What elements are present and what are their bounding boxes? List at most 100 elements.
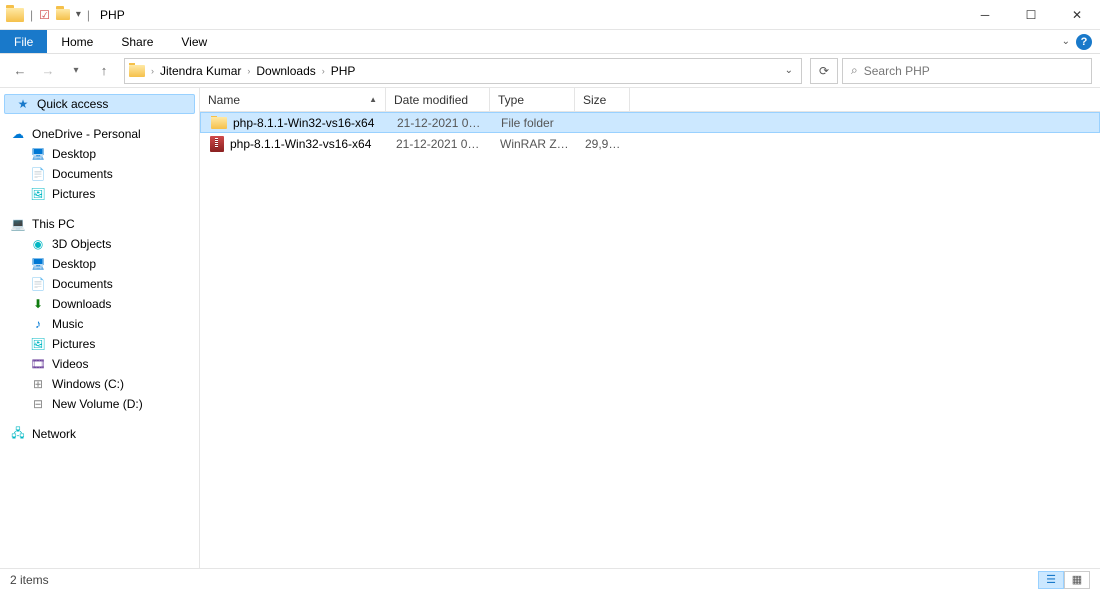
sidebar-network[interactable]: 🖧 Network: [0, 424, 199, 444]
sidebar-item-music[interactable]: ♪ Music: [0, 314, 199, 334]
drive-icon: ⊞: [30, 376, 46, 392]
help-icon[interactable]: ?: [1076, 34, 1092, 50]
sidebar-item-drive-c[interactable]: ⊞Windows (C:): [0, 374, 199, 394]
sidebar-item-downloads[interactable]: ⬇ Downloads: [0, 294, 199, 314]
file-list-pane: Name▲ Date modified Type Size php-8.1.1-…: [200, 88, 1100, 568]
chevron-right-icon[interactable]: ›: [151, 66, 154, 76]
sidebar-item-pictures[interactable]: 🖼 Pictures: [0, 184, 199, 204]
sidebar-item-documents[interactable]: 📄Documents: [0, 164, 199, 184]
cloud-icon: ☁: [10, 126, 26, 142]
title-bar: | ☑ ▾ | PHP ─ ☐ ✕: [0, 0, 1100, 30]
tab-home[interactable]: Home: [47, 30, 107, 53]
music-icon: ♪: [30, 316, 46, 332]
breadcrumb[interactable]: Downloads: [252, 64, 319, 78]
sidebar-item-label: Network: [32, 427, 76, 441]
pictures-icon: 🖼: [30, 186, 46, 202]
column-headers: Name▲ Date modified Type Size: [200, 88, 1100, 112]
search-icon: ⌕: [851, 63, 858, 78]
file-list[interactable]: php-8.1.1-Win32-vs16-x64 21-12-2021 07:17…: [200, 112, 1100, 568]
sidebar-item-label: Pictures: [52, 187, 95, 201]
sidebar-item-label: Desktop: [52, 257, 96, 271]
sidebar-item-label: Quick access: [37, 97, 108, 111]
breadcrumb[interactable]: Jitendra Kumar: [156, 64, 245, 78]
sidebar-item-label: Documents: [52, 277, 113, 291]
sidebar-item-desktop[interactable]: 🖥 Desktop: [0, 254, 199, 274]
folder-icon: [211, 117, 227, 129]
network-icon: 🖧: [10, 426, 26, 442]
sidebar-onedrive[interactable]: ☁ OneDrive - Personal: [0, 124, 199, 144]
zip-icon: [210, 136, 224, 152]
status-bar: 2 items ☰ ▦: [0, 568, 1100, 590]
column-header-type[interactable]: Type: [490, 88, 575, 111]
back-button[interactable]: ←: [8, 59, 32, 83]
file-row[interactable]: php-8.1.1-Win32-vs16-x64 21-12-2021 07:15…: [200, 133, 1100, 154]
sidebar-item-drive-d[interactable]: ⊟ New Volume (D:): [0, 394, 199, 414]
sidebar-item-label: Videos: [52, 357, 88, 371]
sidebar-quick-access[interactable]: ★ Quick access: [4, 94, 195, 114]
recent-dropdown[interactable]: ▾: [64, 59, 88, 83]
ribbon-tabs: File Home Share View ⌄ ?: [0, 30, 1100, 54]
tab-view[interactable]: View: [167, 30, 221, 53]
pictures-icon: 🖼: [30, 336, 46, 352]
file-size-cell: 29,926 KB: [577, 137, 632, 151]
column-header-name[interactable]: Name▲: [200, 88, 386, 111]
status-text: 2 items: [10, 573, 49, 587]
view-details-button[interactable]: ☰: [1038, 571, 1064, 589]
file-date-cell: 21-12-2021 07:15 AM: [388, 137, 492, 151]
refresh-button[interactable]: ⟳: [810, 58, 838, 84]
sidebar-item-documents[interactable]: 📄 Documents: [0, 274, 199, 294]
properties-icon[interactable]: ☑: [39, 8, 50, 22]
tab-share[interactable]: Share: [107, 30, 167, 53]
drive-icon: ⊟: [30, 396, 46, 412]
folder-icon: [129, 65, 145, 77]
sidebar-item-label: Documents: [52, 167, 113, 181]
desktop-icon: 🖥: [30, 256, 46, 272]
minimize-button[interactable]: ─: [962, 0, 1008, 30]
breadcrumb[interactable]: PHP: [327, 64, 360, 78]
collapse-ribbon-icon[interactable]: ⌄: [1062, 36, 1070, 47]
forward-button[interactable]: →: [36, 59, 60, 83]
sidebar-item-label: 3D Objects: [52, 237, 111, 251]
file-row[interactable]: php-8.1.1-Win32-vs16-x6421-12-2021 07:17…: [200, 112, 1100, 133]
sidebar-item-label: Pictures: [52, 337, 95, 351]
chevron-right-icon[interactable]: ›: [322, 66, 325, 76]
address-bar[interactable]: › Jitendra Kumar › Downloads › PHP ⌄: [124, 58, 802, 84]
downloads-icon: ⬇: [30, 296, 46, 312]
folder-icon: [6, 8, 24, 22]
sidebar-item-desktop[interactable]: 🖥Desktop: [0, 144, 199, 164]
file-date-cell: 21-12-2021 07:17 AM: [389, 116, 493, 130]
column-header-size[interactable]: Size: [575, 88, 630, 111]
sidebar-item-pictures[interactable]: 🖼 Pictures: [0, 334, 199, 354]
sidebar-this-pc[interactable]: 💻 This PC: [0, 214, 199, 234]
sort-asc-icon: ▲: [369, 95, 377, 104]
sidebar-item-label: Music: [52, 317, 83, 331]
view-large-icons-button[interactable]: ▦: [1064, 571, 1090, 589]
quick-access-toolbar: | ☑ ▾ |: [0, 8, 96, 22]
separator: |: [87, 8, 90, 22]
tab-file[interactable]: File: [0, 30, 47, 53]
up-button[interactable]: ↑: [92, 59, 116, 83]
sidebar-item-label: New Volume (D:): [52, 397, 143, 411]
pc-icon: 💻: [10, 216, 26, 232]
separator: |: [30, 8, 33, 22]
sidebar-item-label: Downloads: [52, 297, 111, 311]
search-placeholder: Search PHP: [864, 64, 930, 78]
document-icon: 📄: [30, 276, 46, 292]
address-dropdown[interactable]: ⌄: [781, 65, 797, 76]
sidebar-item-videos[interactable]: 🎞Videos: [0, 354, 199, 374]
file-type-cell: File folder: [493, 116, 578, 130]
chevron-right-icon[interactable]: ›: [247, 66, 250, 76]
maximize-button[interactable]: ☐: [1008, 0, 1054, 30]
window-title: PHP: [100, 8, 125, 22]
3d-objects-icon: ◉: [30, 236, 46, 252]
navigation-row: ← → ▾ ↑ › Jitendra Kumar › Downloads › P…: [0, 54, 1100, 88]
sidebar-item-label: This PC: [32, 217, 75, 231]
folder-icon: [56, 9, 70, 20]
search-box[interactable]: ⌕ Search PHP: [842, 58, 1092, 84]
qat-dropdown[interactable]: ▾: [76, 9, 81, 20]
sidebar-item-3d-objects[interactable]: ◉ 3D Objects: [0, 234, 199, 254]
file-name: php-8.1.1-Win32-vs16-x64: [230, 137, 371, 151]
sidebar-item-label: Desktop: [52, 147, 96, 161]
column-header-date[interactable]: Date modified: [386, 88, 490, 111]
close-button[interactable]: ✕: [1054, 0, 1100, 30]
